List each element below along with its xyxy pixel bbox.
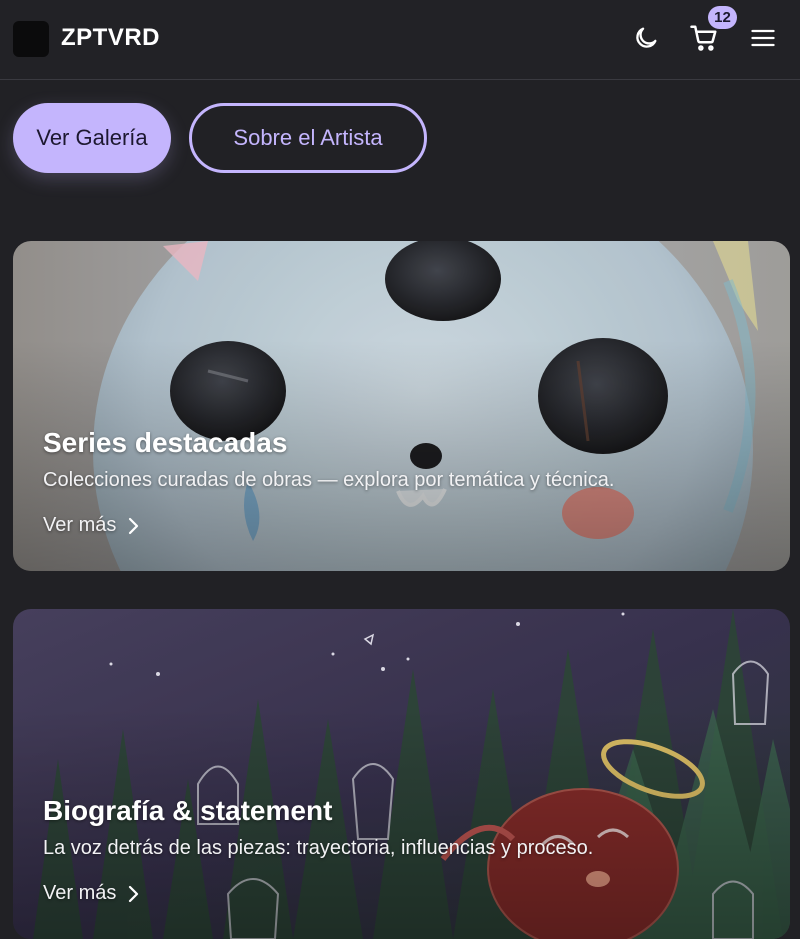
biography-card[interactable]: Biografía & statement La voz detrás de l… <box>13 609 790 939</box>
card-description: Colecciones curadas de obras — explora p… <box>43 469 615 491</box>
about-artist-button[interactable]: Sobre el Artista <box>189 103 427 173</box>
chevron-right-icon <box>129 885 139 902</box>
theme-toggle-button[interactable] <box>626 18 666 58</box>
see-more-label: Ver más <box>43 882 117 904</box>
menu-button[interactable] <box>743 18 783 58</box>
see-more-link[interactable]: Ver más <box>43 882 142 905</box>
see-more-link[interactable]: Ver más <box>43 514 142 537</box>
logo-mark-icon[interactable] <box>13 21 49 57</box>
card-description: La voz detrás de las piezas: trayectoria… <box>43 837 594 859</box>
moon-icon <box>636 27 657 48</box>
card-title: Series destacadas <box>43 427 288 458</box>
top-bar: ZPTVRD 12 <box>0 0 800 80</box>
see-more-label: Ver más <box>43 514 117 536</box>
cart-count-badge: 12 <box>708 6 737 29</box>
featured-series-card[interactable]: Series destacadas Colecciones curadas de… <box>13 241 790 571</box>
chevron-right-icon <box>129 517 139 534</box>
view-gallery-button[interactable]: Ver Galería <box>13 103 171 173</box>
card-title: Biografía & statement <box>43 795 333 826</box>
brand-name[interactable]: ZPTVRD <box>61 24 160 52</box>
menu-icon <box>751 29 775 47</box>
